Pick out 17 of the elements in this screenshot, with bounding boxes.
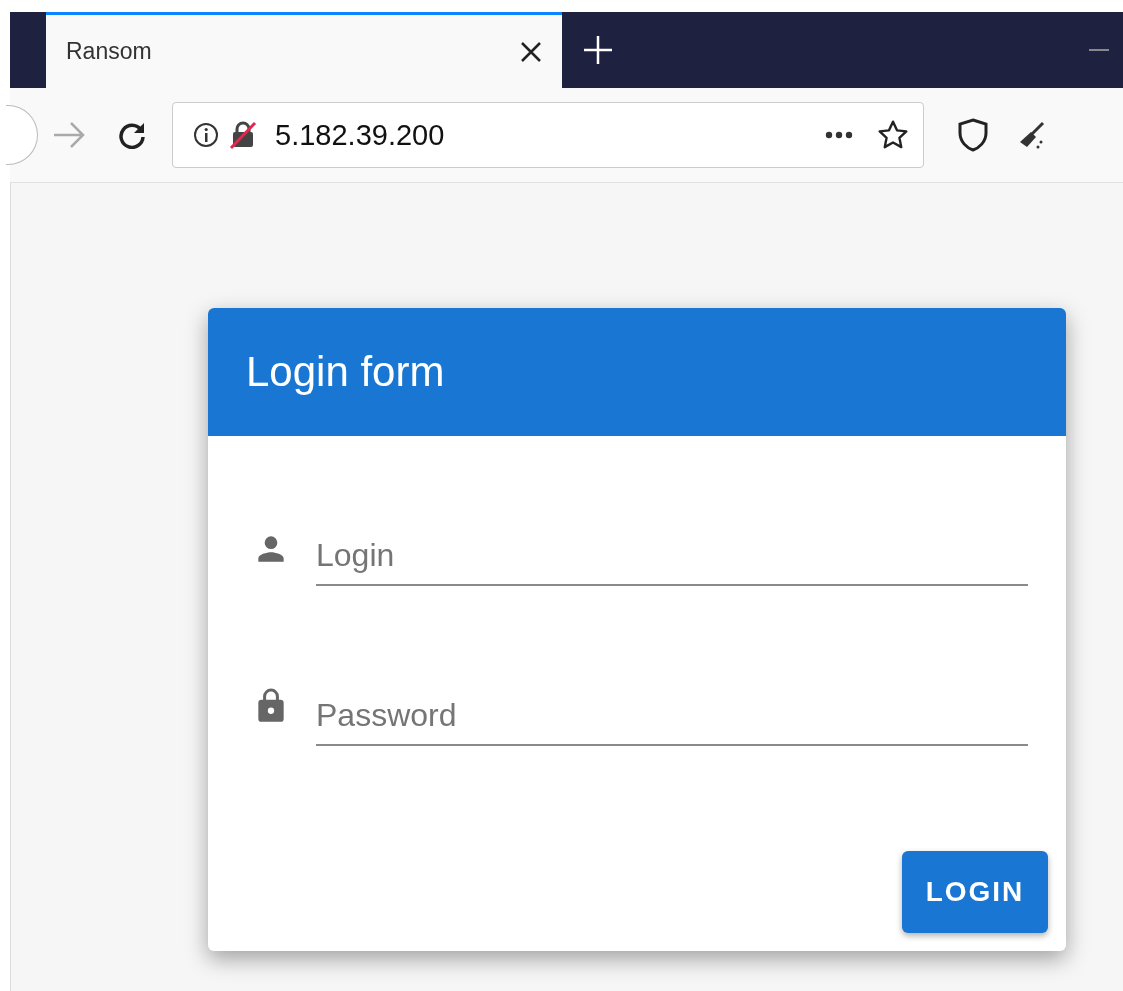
login-field[interactable]: Login [316,529,1028,586]
form-title: Login form [246,348,445,396]
shield-icon[interactable] [958,118,988,152]
reload-icon[interactable] [118,121,146,149]
more-icon[interactable] [825,131,853,139]
info-icon[interactable] [193,122,219,148]
browser-tab[interactable]: Ransom [46,12,562,88]
close-icon[interactable] [520,40,542,63]
star-icon[interactable] [877,119,909,151]
minimize-icon[interactable] [1089,48,1109,52]
password-field[interactable]: Password [316,689,1028,746]
tab-title: Ransom [66,38,153,65]
new-tab-icon[interactable] [584,36,612,64]
url-text: 5.182.39.200 [275,118,446,152]
login-button[interactable]: LOGIN [902,851,1048,933]
insecure-lock-icon[interactable] [229,121,257,149]
address-bar[interactable]: 5.182.39.200 [172,102,924,168]
